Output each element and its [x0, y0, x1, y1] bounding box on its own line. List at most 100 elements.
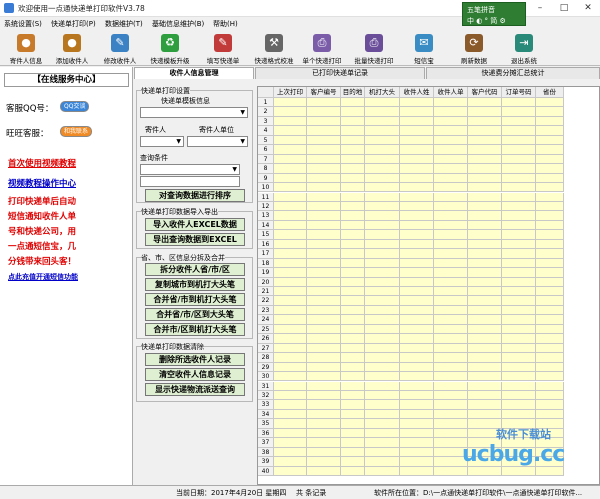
table-cell[interactable] — [400, 466, 434, 476]
import-excel-button[interactable]: 导入收件人EXCEL数据 — [145, 218, 245, 231]
table-cell[interactable] — [365, 362, 400, 373]
table-cell[interactable] — [341, 249, 365, 259]
table-cell[interactable] — [400, 390, 434, 401]
row-number[interactable]: 22 — [258, 296, 274, 306]
column-header[interactable]: 上次打印 — [274, 87, 307, 98]
table-cell[interactable] — [274, 334, 307, 344]
table-cell[interactable] — [468, 381, 502, 391]
tab-printed-records[interactable]: 已打印快递单记录 — [255, 67, 425, 79]
table-cell[interactable] — [365, 353, 400, 363]
table-cell[interactable] — [365, 343, 400, 354]
table-cell[interactable] — [502, 343, 536, 354]
wangwang-contact-button[interactable]: 和我联系 — [60, 126, 93, 137]
table-cell[interactable] — [307, 362, 341, 373]
table-cell[interactable] — [468, 154, 502, 165]
table-cell[interactable] — [400, 419, 434, 429]
table-cell[interactable] — [502, 381, 536, 391]
table-cell[interactable] — [365, 173, 400, 184]
table-cell[interactable] — [536, 409, 564, 420]
table-cell[interactable] — [536, 164, 564, 174]
table-cell[interactable] — [400, 98, 434, 108]
table-cell[interactable] — [274, 277, 307, 287]
table-cell[interactable] — [307, 220, 341, 231]
table-cell[interactable] — [341, 154, 365, 165]
table-cell[interactable] — [502, 239, 536, 250]
table-cell[interactable] — [341, 296, 365, 306]
table-cell[interactable] — [307, 145, 341, 155]
table-cell[interactable] — [307, 324, 341, 335]
table-cell[interactable] — [274, 324, 307, 335]
table-cell[interactable] — [365, 277, 400, 287]
table-cell[interactable] — [365, 154, 400, 165]
table-cell[interactable] — [468, 372, 502, 382]
table-cell[interactable] — [468, 145, 502, 155]
table-cell[interactable] — [341, 211, 365, 221]
table-cell[interactable] — [502, 107, 536, 117]
table-cell[interactable] — [274, 107, 307, 117]
toolbar-button-edit-person[interactable]: ✎ 修改收件人 — [98, 32, 142, 65]
table-cell[interactable] — [502, 334, 536, 344]
table-cell[interactable] — [536, 324, 564, 335]
column-header[interactable]: 收件人姓 — [400, 87, 434, 98]
table-cell[interactable] — [341, 305, 365, 316]
table-cell[interactable] — [434, 145, 468, 155]
table-cell[interactable] — [365, 296, 400, 306]
table-cell[interactable] — [536, 390, 564, 401]
row-number[interactable]: 16 — [258, 239, 274, 250]
table-cell[interactable] — [400, 145, 434, 155]
table-cell[interactable] — [307, 258, 341, 269]
table-cell[interactable] — [434, 135, 468, 146]
table-cell[interactable] — [365, 457, 400, 467]
table-cell[interactable] — [536, 277, 564, 287]
table-cell[interactable] — [307, 353, 341, 363]
table-cell[interactable] — [365, 220, 400, 231]
row-number[interactable]: 14 — [258, 220, 274, 231]
table-cell[interactable] — [434, 154, 468, 165]
row-number[interactable]: 26 — [258, 334, 274, 344]
table-cell[interactable] — [341, 126, 365, 136]
table-cell[interactable] — [468, 409, 502, 420]
table-cell[interactable] — [307, 390, 341, 401]
table-cell[interactable] — [400, 381, 434, 391]
table-cell[interactable] — [536, 192, 564, 202]
row-number[interactable]: 2 — [258, 107, 274, 117]
row-number[interactable]: 12 — [258, 201, 274, 212]
table-cell[interactable] — [468, 107, 502, 117]
table-cell[interactable] — [274, 116, 307, 127]
table-cell[interactable] — [434, 249, 468, 259]
row-number[interactable]: 15 — [258, 230, 274, 240]
table-cell[interactable] — [341, 98, 365, 108]
table-cell[interactable] — [274, 173, 307, 184]
table-cell[interactable] — [365, 164, 400, 174]
table-cell[interactable] — [536, 107, 564, 117]
table-cell[interactable] — [434, 230, 468, 240]
row-number[interactable]: 9 — [258, 173, 274, 184]
toolbar-button-form[interactable]: ✎ 填写快递单 — [199, 32, 247, 65]
table-cell[interactable] — [536, 211, 564, 221]
table-cell[interactable] — [536, 239, 564, 250]
table-cell[interactable] — [341, 372, 365, 382]
table-cell[interactable] — [468, 343, 502, 354]
table-cell[interactable] — [307, 107, 341, 117]
row-number[interactable]: 34 — [258, 409, 274, 420]
table-cell[interactable] — [434, 258, 468, 269]
row-number[interactable]: 33 — [258, 400, 274, 410]
table-cell[interactable] — [400, 192, 434, 202]
table-cell[interactable] — [468, 135, 502, 146]
row-number[interactable]: 31 — [258, 381, 274, 391]
split-address-button[interactable]: 拆分收件人省/市/区 — [145, 263, 245, 276]
toolbar-button-person[interactable]: ● 寄件人信息 — [4, 32, 48, 65]
table-cell[interactable] — [341, 135, 365, 146]
row-number[interactable]: 21 — [258, 287, 274, 297]
table-cell[interactable] — [502, 305, 536, 316]
table-cell[interactable] — [434, 277, 468, 287]
table-cell[interactable] — [274, 126, 307, 136]
table-cell[interactable] — [434, 107, 468, 117]
table-cell[interactable] — [536, 220, 564, 231]
table-cell[interactable] — [341, 428, 365, 439]
maximize-button[interactable]: □ — [552, 0, 576, 17]
table-cell[interactable] — [274, 220, 307, 231]
table-cell[interactable] — [502, 164, 536, 174]
row-number[interactable]: 3 — [258, 116, 274, 127]
table-cell[interactable] — [365, 419, 400, 429]
